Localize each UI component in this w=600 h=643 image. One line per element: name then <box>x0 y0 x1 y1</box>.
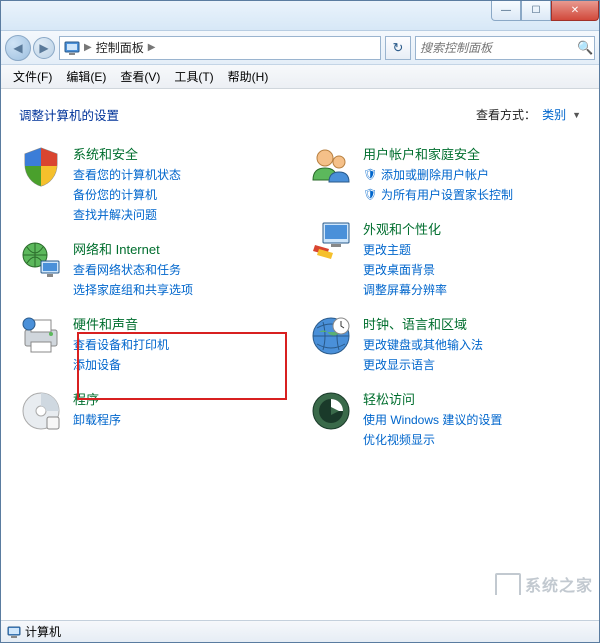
chevron-down-icon[interactable]: ▼ <box>572 110 581 120</box>
category-link[interactable]: 查找并解决问题 <box>73 206 181 223</box>
category-link[interactable]: 更改桌面背景 <box>363 261 447 278</box>
window-controls: — ☐ ✕ <box>491 1 599 21</box>
category-network: 网络和 Internet 查看网络状态和任务 选择家庭组和共享选项 <box>19 239 291 298</box>
nav-arrows: ◀ ▶ <box>5 35 55 61</box>
category-link[interactable]: 查看设备和打印机 <box>73 336 169 353</box>
right-column: 用户帐户和家庭安全 🛡添加或删除用户帐户 🛡为所有用户设置家长控制 外观和个性化… <box>309 144 581 448</box>
breadcrumb-sep-icon: ▶ <box>84 42 92 53</box>
category-link[interactable]: 优化视频显示 <box>363 431 502 448</box>
category-link[interactable]: 添加设备 <box>73 356 169 373</box>
menubar: 文件(F) 编辑(E) 查看(V) 工具(T) 帮助(H) <box>1 65 599 89</box>
watermark-text: 系统之家 <box>525 572 593 596</box>
clock-globe-icon <box>309 314 353 358</box>
shield-icon <box>19 144 63 188</box>
watermark: 系统之家 <box>495 572 593 596</box>
category-title[interactable]: 用户帐户和家庭安全 <box>363 144 513 163</box>
menu-file[interactable]: 文件(F) <box>7 66 58 87</box>
uac-shield-icon: 🛡 <box>363 188 377 201</box>
category-clock-language: 时钟、语言和区域 更改键盘或其他输入法 更改显示语言 <box>309 314 581 373</box>
category-link[interactable]: 选择家庭组和共享选项 <box>73 281 193 298</box>
category-user-accounts: 用户帐户和家庭安全 🛡添加或删除用户帐户 🛡为所有用户设置家长控制 <box>309 144 581 203</box>
search-icon[interactable]: 🔍 <box>577 40 593 56</box>
view-mode-label: 查看方式： <box>476 106 536 123</box>
ease-of-access-icon <box>309 389 353 433</box>
close-button[interactable]: ✕ <box>551 1 599 21</box>
navbar: ◀ ▶ ▶ 控制面板 ▶ ↻ 🔍 <box>1 31 599 65</box>
search-box[interactable]: 🔍 <box>415 36 595 60</box>
content-header: 调整计算机的设置 查看方式： 类别 ▼ <box>19 105 581 124</box>
breadcrumb-text: 控制面板 <box>96 39 144 56</box>
category-link[interactable]: 调整屏幕分辨率 <box>363 281 447 298</box>
control-panel-icon <box>64 40 80 56</box>
content-area: 调整计算机的设置 查看方式： 类别 ▼ 系统和安全 查看您的计算机状态 备份您的… <box>1 89 599 620</box>
computer-icon <box>7 625 21 639</box>
category-title[interactable]: 网络和 Internet <box>73 239 193 258</box>
category-system-security: 系统和安全 查看您的计算机状态 备份您的计算机 查找并解决问题 <box>19 144 291 223</box>
category-ease-of-access: 轻松访问 使用 Windows 建议的设置 优化视频显示 <box>309 389 581 448</box>
view-mode-dropdown[interactable]: 类别 <box>542 106 566 123</box>
appearance-icon <box>309 219 353 263</box>
category-link[interactable]: 查看网络状态和任务 <box>73 261 193 278</box>
view-mode: 查看方式： 类别 ▼ <box>476 106 581 123</box>
search-input[interactable] <box>420 41 577 55</box>
category-link[interactable]: 更改键盘或其他输入法 <box>363 336 483 353</box>
category-programs: 程序 卸载程序 <box>19 389 291 433</box>
breadcrumb-sep-icon: ▶ <box>148 42 156 53</box>
address-bar[interactable]: ▶ 控制面板 ▶ <box>59 36 381 60</box>
globe-network-icon <box>19 239 63 283</box>
category-link[interactable]: 查看您的计算机状态 <box>73 166 181 183</box>
category-title[interactable]: 外观和个性化 <box>363 219 447 238</box>
category-link[interactable]: 🛡添加或删除用户帐户 <box>363 166 513 183</box>
category-link[interactable]: 卸载程序 <box>73 411 121 428</box>
menu-edit[interactable]: 编辑(E) <box>60 66 112 87</box>
statusbar-text: 计算机 <box>25 623 61 640</box>
minimize-button[interactable]: — <box>491 1 521 21</box>
page-title: 调整计算机的设置 <box>19 105 119 124</box>
printer-icon <box>19 314 63 358</box>
left-column: 系统和安全 查看您的计算机状态 备份您的计算机 查找并解决问题 网络和 Inte… <box>19 144 291 448</box>
watermark-icon <box>495 573 521 595</box>
uac-shield-icon: 🛡 <box>363 168 377 181</box>
forward-button[interactable]: ▶ <box>33 37 55 59</box>
back-button[interactable]: ◀ <box>5 35 31 61</box>
category-title[interactable]: 程序 <box>73 389 121 408</box>
category-appearance: 外观和个性化 更改主题 更改桌面背景 调整屏幕分辨率 <box>309 219 581 298</box>
category-title[interactable]: 硬件和声音 <box>73 314 169 333</box>
user-accounts-icon <box>309 144 353 188</box>
category-link[interactable]: 🛡为所有用户设置家长控制 <box>363 186 513 203</box>
category-link[interactable]: 备份您的计算机 <box>73 186 181 203</box>
statusbar: 计算机 <box>1 620 599 642</box>
category-link[interactable]: 更改主题 <box>363 241 447 258</box>
refresh-button[interactable]: ↻ <box>385 36 411 60</box>
category-link[interactable]: 更改显示语言 <box>363 356 483 373</box>
menu-help[interactable]: 帮助(H) <box>222 66 275 87</box>
control-panel-window: — ☐ ✕ ◀ ▶ ▶ 控制面板 ▶ ↻ 🔍 文件(F) 编辑(E) 查看(V)… <box>0 0 600 643</box>
categories: 系统和安全 查看您的计算机状态 备份您的计算机 查找并解决问题 网络和 Inte… <box>19 144 581 448</box>
menu-tools[interactable]: 工具(T) <box>168 66 219 87</box>
category-title[interactable]: 轻松访问 <box>363 389 502 408</box>
disc-icon <box>19 389 63 433</box>
maximize-button[interactable]: ☐ <box>521 1 551 21</box>
category-title[interactable]: 系统和安全 <box>73 144 181 163</box>
menu-view[interactable]: 查看(V) <box>114 66 166 87</box>
titlebar: — ☐ ✕ <box>1 1 599 31</box>
category-title[interactable]: 时钟、语言和区域 <box>363 314 483 333</box>
category-link[interactable]: 使用 Windows 建议的设置 <box>363 411 502 428</box>
category-hardware-sound: 硬件和声音 查看设备和打印机 添加设备 <box>19 314 291 373</box>
